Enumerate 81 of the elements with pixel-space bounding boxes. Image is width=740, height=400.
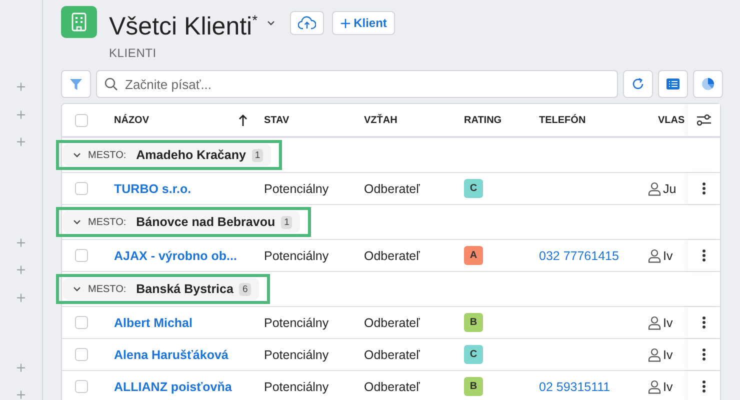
rating-badge: B bbox=[464, 377, 483, 396]
client-name-link[interactable]: Alena Harušťáková bbox=[114, 348, 228, 362]
status-cell: Potenciálny bbox=[264, 248, 329, 263]
row-checkbox[interactable] bbox=[75, 348, 88, 362]
pie-chart-icon bbox=[701, 77, 715, 92]
relation-cell: Odberateľ bbox=[364, 248, 420, 263]
relation-cell: Odberateľ bbox=[364, 182, 420, 196]
sort-arrow-icon[interactable] bbox=[238, 114, 248, 127]
column-header[interactable]: STAV bbox=[264, 114, 290, 126]
search-icon bbox=[104, 77, 118, 92]
filter-button[interactable] bbox=[61, 70, 91, 98]
list-icon bbox=[666, 78, 680, 90]
column-header[interactable]: VZŤAH bbox=[364, 114, 398, 126]
row-checkbox[interactable] bbox=[75, 316, 88, 330]
upload-button[interactable] bbox=[290, 11, 324, 36]
rating-badge: C bbox=[464, 345, 483, 364]
refresh-button[interactable] bbox=[623, 70, 653, 98]
person-icon bbox=[648, 182, 661, 196]
group-count: 1 bbox=[252, 148, 264, 162]
group-header[interactable]: MESTO: Banská Bystrica 6 bbox=[63, 278, 259, 300]
phone-link[interactable]: 02 59315111 bbox=[539, 380, 610, 394]
relation-cell: Odberateľ bbox=[364, 380, 420, 394]
row-checkbox[interactable] bbox=[75, 249, 88, 262]
select-all-checkbox[interactable] bbox=[75, 114, 88, 127]
column-settings-icon[interactable] bbox=[696, 114, 712, 126]
group-label: MESTO: bbox=[88, 284, 126, 295]
rating-badge: C bbox=[464, 179, 483, 198]
row-checkbox[interactable] bbox=[75, 182, 88, 196]
person-icon bbox=[648, 316, 661, 330]
column-header[interactable]: RATING bbox=[464, 114, 502, 126]
rating-badge: A bbox=[464, 246, 483, 266]
status-cell: Potenciálny bbox=[264, 380, 329, 394]
filter-icon bbox=[69, 78, 83, 91]
add-client-button[interactable]: Klient bbox=[332, 11, 395, 36]
group-name: Banská Bystrica bbox=[136, 282, 234, 296]
more-options-icon[interactable] bbox=[702, 249, 706, 262]
building-icon bbox=[61, 6, 97, 38]
column-header[interactable]: NÁZOV bbox=[114, 114, 149, 126]
group-name: Bánovce nad Bebravou bbox=[136, 215, 276, 230]
rating-badge: B bbox=[464, 313, 483, 332]
more-options-icon[interactable] bbox=[702, 380, 706, 394]
status-cell: Potenciálny bbox=[264, 348, 329, 362]
owner-cell: Iv bbox=[663, 348, 673, 362]
person-icon bbox=[648, 380, 661, 394]
client-name-link[interactable]: TURBO s.r.o. bbox=[114, 182, 192, 196]
group-count: 6 bbox=[239, 282, 251, 296]
chart-view-button[interactable] bbox=[693, 70, 723, 98]
page-subtitle: KLIENTI bbox=[109, 46, 158, 60]
search-field[interactable]: Začnite písať... bbox=[96, 70, 618, 98]
group-label: MESTO: bbox=[88, 150, 126, 161]
more-options-icon[interactable] bbox=[702, 348, 706, 362]
relation-cell: Odberateľ bbox=[364, 316, 420, 330]
cloud-upload-icon bbox=[298, 16, 316, 30]
more-options-icon[interactable] bbox=[702, 316, 706, 330]
client-name-link[interactable]: Albert Michal bbox=[114, 316, 192, 330]
owner-cell: Iv bbox=[663, 316, 673, 330]
group-header[interactable]: MESTO: Amadeho Kračany 1 bbox=[63, 144, 272, 166]
owner-cell: Iv bbox=[663, 248, 673, 263]
group-label: MESTO: bbox=[88, 216, 126, 228]
owner-cell: Ju bbox=[663, 182, 676, 196]
group-count: 1 bbox=[281, 216, 292, 229]
phone-link[interactable]: 032 77761415 bbox=[539, 248, 619, 263]
relation-cell: Odberateľ bbox=[364, 348, 420, 362]
column-header[interactable]: TELEFÓN bbox=[539, 114, 586, 126]
owner-cell: Iv bbox=[663, 380, 673, 394]
status-cell: Potenciálny bbox=[264, 316, 329, 330]
client-name-link[interactable]: ALLIANZ poisťovňa bbox=[114, 380, 232, 394]
page-title: Všetci Klienti$^{*}$ bbox=[109, 11, 258, 40]
search-input[interactable]: Začnite písať... bbox=[123, 76, 610, 93]
client-name-link[interactable]: AJAX - výrobno ob... bbox=[114, 248, 237, 263]
row-checkbox[interactable] bbox=[75, 380, 88, 394]
table-view-button[interactable] bbox=[658, 70, 688, 98]
group-name: Amadeho Kračany bbox=[136, 148, 246, 162]
group-header[interactable]: MESTO: Bánovce nad Bebravou 1 bbox=[63, 211, 300, 234]
refresh-icon bbox=[631, 77, 645, 92]
more-options-icon[interactable] bbox=[702, 182, 706, 196]
status-cell: Potenciálny bbox=[264, 182, 329, 196]
plus-icon bbox=[340, 18, 351, 29]
person-icon bbox=[648, 248, 661, 263]
person-icon bbox=[648, 348, 661, 362]
column-header[interactable]: VLAS bbox=[658, 114, 685, 126]
